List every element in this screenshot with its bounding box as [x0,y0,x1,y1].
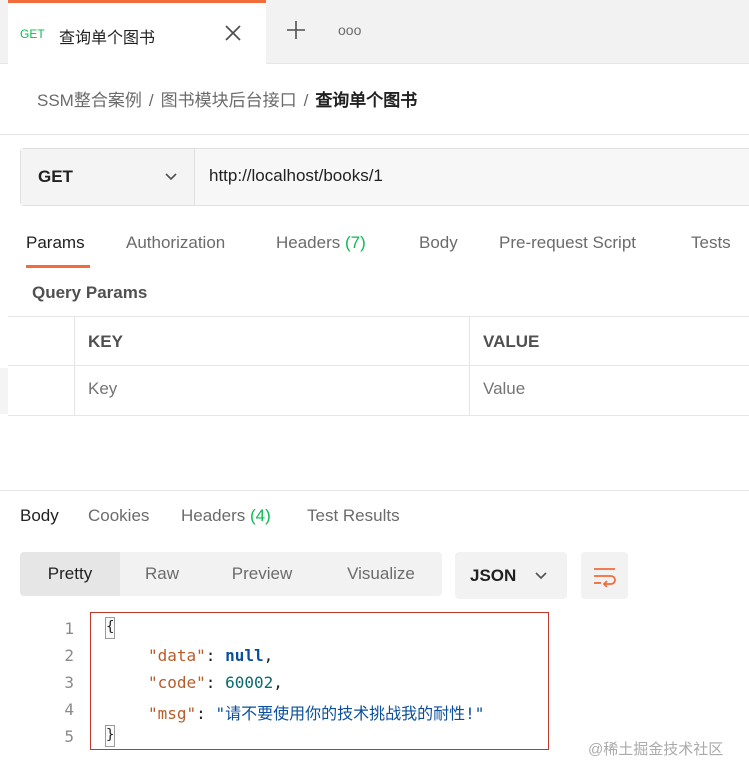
code-line-data: "data": null, [148,646,273,665]
breadcrumb-item-collection[interactable]: SSM整合案例 [37,91,142,110]
tab-headers-count: (7) [345,233,366,252]
breadcrumb: SSM整合案例 / 图书模块后台接口 / 查询单个图书 [37,86,417,112]
active-tab-indicator [26,265,90,268]
response-tab-cookies[interactable]: Cookies [88,506,149,526]
json-key-data: "data" [148,646,206,665]
tab-method-label: GET [20,27,45,41]
format-label: JSON [470,566,517,585]
tab-tests[interactable]: Tests [691,233,731,253]
response-tab-headers[interactable]: Headers (4) [181,506,271,526]
breadcrumb-current[interactable]: 查询单个图书 [315,91,417,110]
code-line-code: "code": 60002, [148,673,283,692]
response-divider[interactable] [0,490,749,491]
json-colon: : [205,673,226,692]
tab-authorization[interactable]: Authorization [126,233,225,253]
view-mode-group: Pretty Raw Preview Visualize [20,552,442,596]
json-comma: , [273,673,283,692]
json-comma: , [263,646,274,665]
tab-bar: GET 查询单个图书 ooo [0,0,749,64]
tab-prerequest-script[interactable]: Pre-request Script [499,233,636,253]
json-key-code: "code" [148,673,206,692]
divider [0,134,749,135]
open-brace: { [105,617,115,639]
request-tab[interactable]: GET 查询单个图书 [8,0,266,64]
line-number: 4 [64,700,74,719]
code-line-msg: "msg": "请不要使用你的技术挑战我的耐性!" [148,700,484,724]
json-value-code: 60002 [225,673,274,692]
tab-body[interactable]: Body [419,233,458,253]
table-column-divider [74,317,75,416]
key-column-header: KEY [88,332,123,351]
url-input[interactable] [209,166,709,186]
method-label: GET [38,167,73,186]
json-key-msg: "msg" [148,704,197,723]
key-input[interactable] [88,379,448,399]
panel-gutter [0,368,8,414]
value-input[interactable] [483,379,743,399]
table-column-divider [469,317,470,416]
view-preview-button[interactable]: Preview [204,552,320,596]
json-value-data: null [225,646,264,665]
format-select[interactable]: JSON [455,552,567,599]
tab-title: 查询单个图书 [59,30,156,47]
method-select[interactable]: GET [21,149,195,205]
response-tab-headers-count: (4) [250,506,271,525]
tab-headers-label: Headers [276,233,341,252]
breadcrumb-item-folder[interactable]: 图书模块后台接口 [161,91,297,110]
response-tab-body[interactable]: Body [20,506,59,526]
json-colon: : [196,704,216,723]
response-tab-headers-label: Headers [181,506,246,525]
close-brace: } [105,725,115,747]
chevron-down-icon [165,173,177,181]
watermark: @稀土掘金技术社区 [588,741,724,758]
url-bar: GET [20,148,749,206]
more-tabs-icon[interactable]: ooo [338,22,361,38]
json-value-msg: "请不要使用你的技术挑战我的耐性!" [215,704,485,723]
request-tabs: Params Authorization Headers (7) Body Pr… [0,228,749,268]
line-number: 3 [64,673,74,692]
chevron-down-icon [535,572,547,580]
value-column-header: VALUE [483,332,540,351]
breadcrumb-separator: / [303,91,309,110]
line-number: 1 [64,619,74,638]
breadcrumb-separator: / [148,91,154,110]
tab-params[interactable]: Params [26,233,85,253]
tab-headers[interactable]: Headers (7) [276,233,366,253]
response-tab-test-results[interactable]: Test Results [307,506,400,526]
view-visualize-button[interactable]: Visualize [320,552,442,596]
line-number: 5 [64,727,74,746]
query-params-title: Query Params [32,283,148,302]
wrap-lines-icon [594,568,616,587]
json-colon: : [205,646,226,665]
line-number: 2 [64,646,74,665]
wrap-lines-button[interactable] [581,552,628,599]
view-raw-button[interactable]: Raw [120,552,204,596]
view-pretty-button[interactable]: Pretty [20,552,120,596]
params-table: KEY VALUE [8,316,749,416]
plus-icon[interactable] [284,18,308,42]
close-icon[interactable] [222,22,244,44]
